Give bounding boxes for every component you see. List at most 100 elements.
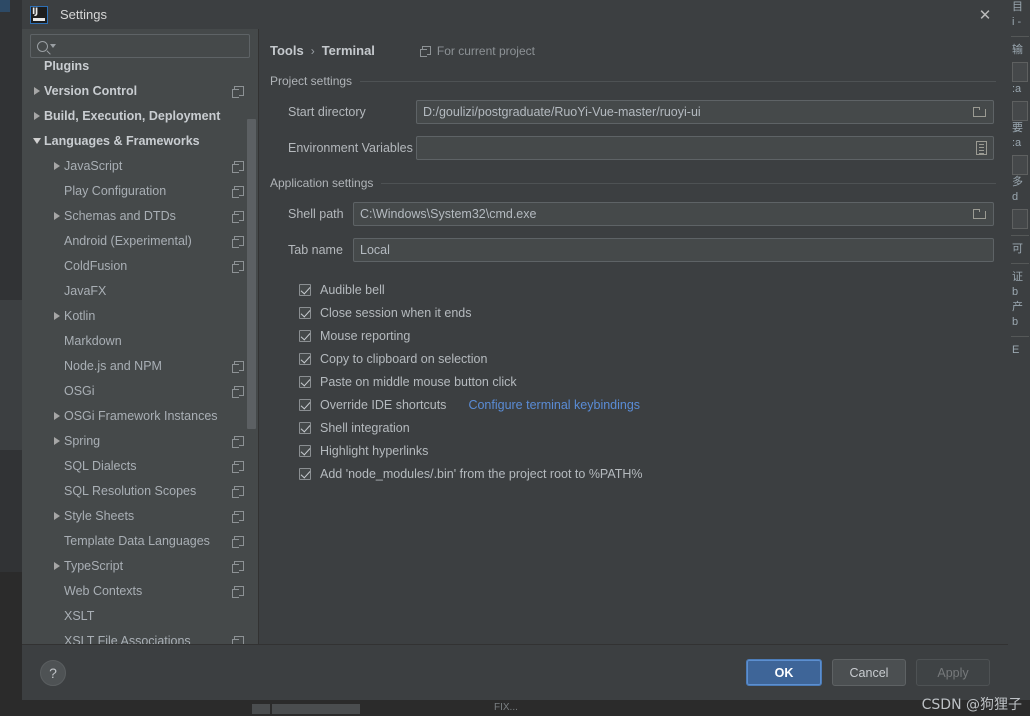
- copy-scope-icon: [232, 635, 244, 644]
- background-text-fragment: i -: [1012, 16, 1022, 28]
- sidebar-item-web-contexts[interactable]: Web Contexts: [22, 578, 258, 603]
- checkbox-row-audible-bell[interactable]: Audible bell: [299, 278, 996, 301]
- checkbox-row-close-session-when-it-ends[interactable]: Close session when it ends: [299, 301, 996, 324]
- checkbox-checked-icon[interactable]: [299, 421, 311, 434]
- checkbox-checked-icon[interactable]: [299, 352, 311, 365]
- sidebar-item-osgi-framework-instances[interactable]: OSGi Framework Instances: [22, 403, 258, 428]
- checkbox-row-override-ide-shortcuts[interactable]: Override IDE shortcuts Configure terminal…: [299, 393, 996, 416]
- tab-name-input[interactable]: Local: [353, 238, 994, 262]
- sidebar-item-javafx[interactable]: JavaFX: [22, 278, 258, 303]
- start-directory-input[interactable]: D:/goulizi/postgraduate/RuoYi-Vue-master…: [416, 100, 994, 124]
- settings-main-panel: Tools › Terminal For current project Pro…: [259, 29, 1008, 644]
- sidebar-item-node-js-and-npm[interactable]: Node.js and NPM: [22, 353, 258, 378]
- checkbox-checked-icon[interactable]: [299, 467, 311, 480]
- chevron-right-icon[interactable]: [50, 212, 64, 220]
- checkbox-row-paste-on-middle-mouse-button-click[interactable]: Paste on middle mouse button click: [299, 370, 996, 393]
- sidebar-item-build-execution-deployment[interactable]: Build, Execution, Deployment: [22, 103, 258, 128]
- shell-path-input[interactable]: C:\Windows\System32\cmd.exe: [353, 202, 994, 226]
- copy-scope-icon: [232, 510, 244, 523]
- sidebar-scrollbar-thumb[interactable]: [247, 119, 256, 429]
- project-settings-group: Project settings Start directory D:/goul…: [259, 74, 1008, 160]
- sidebar-item-languages-frameworks[interactable]: Languages & Frameworks: [22, 128, 258, 153]
- background-divider: [1011, 336, 1029, 337]
- background-text-fragment: 输: [1012, 44, 1023, 56]
- copy-scope-icon: [232, 85, 244, 98]
- cancel-button[interactable]: Cancel: [832, 659, 906, 686]
- terminal-options-checkbox-list: Audible bell Close session when it ends Mo…: [270, 278, 996, 485]
- background-text-fragment: :a: [1012, 83, 1022, 95]
- sidebar-item-version-control[interactable]: Version Control: [22, 78, 258, 103]
- environment-variables-icon[interactable]: [976, 141, 987, 155]
- sidebar-item-kotlin[interactable]: Kotlin: [22, 303, 258, 328]
- checkbox-row-add-node-modules-bin-from-the-project-root-to-path[interactable]: Add 'node_modules/.bin' from the project…: [299, 462, 996, 485]
- sidebar-item-markdown[interactable]: Markdown: [22, 328, 258, 353]
- chevron-right-icon[interactable]: [50, 562, 64, 570]
- chevron-right-icon[interactable]: [50, 312, 64, 320]
- dialog-footer: ? OK Cancel Apply: [22, 644, 1008, 700]
- sidebar-item-xslt-file-associations[interactable]: XSLT File Associations: [22, 628, 258, 644]
- chevron-right-icon[interactable]: [50, 162, 64, 170]
- chevron-right-icon[interactable]: [50, 412, 64, 420]
- start-directory-row: Start directory D:/goulizi/postgraduate/…: [270, 100, 996, 124]
- chevron-right-icon[interactable]: [30, 87, 44, 95]
- checkbox-label: Copy to clipboard on selection: [320, 351, 488, 366]
- chevron-right-icon[interactable]: [30, 112, 44, 120]
- checkbox-checked-icon[interactable]: [299, 329, 311, 342]
- copy-scope-icon: [419, 46, 431, 57]
- intellij-idea-logo-icon: [30, 5, 48, 24]
- breadcrumb-parent[interactable]: Tools: [270, 43, 304, 58]
- sidebar-item-sql-resolution-scopes[interactable]: SQL Resolution Scopes: [22, 478, 258, 503]
- copy-scope-icon: [232, 585, 244, 598]
- ok-button[interactable]: OK: [746, 659, 822, 686]
- help-button[interactable]: ?: [40, 659, 66, 686]
- checkbox-checked-icon[interactable]: [299, 283, 311, 296]
- sidebar-item-style-sheets[interactable]: Style Sheets: [22, 503, 258, 528]
- sidebar-item-label: Markdown: [64, 333, 122, 348]
- sidebar-item-coldfusion[interactable]: ColdFusion: [22, 253, 258, 278]
- sidebar-item-schemas-and-dtds[interactable]: Schemas and DTDs: [22, 203, 258, 228]
- sidebar-item-label: JavaFX: [64, 283, 107, 298]
- folder-browse-icon[interactable]: [973, 209, 986, 219]
- background-text-fragment: 目: [1012, 1, 1023, 13]
- sidebar-item-android-experimental[interactable]: Android (Experimental): [22, 228, 258, 253]
- checkbox-checked-icon[interactable]: [299, 398, 311, 411]
- checkbox-row-shell-integration[interactable]: Shell integration: [299, 416, 996, 439]
- main-panel-scrollbar[interactable]: [997, 35, 1006, 638]
- sidebar-search-wrap: [22, 29, 258, 61]
- sidebar-item-label: Languages & Frameworks: [44, 133, 200, 148]
- application-settings-header: Application settings: [270, 176, 996, 190]
- checkbox-checked-icon[interactable]: [299, 306, 311, 319]
- checkbox-row-mouse-reporting[interactable]: Mouse reporting: [299, 324, 996, 347]
- sidebar-item-osgi[interactable]: OSGi: [22, 378, 258, 403]
- chevron-down-icon[interactable]: [50, 44, 56, 48]
- checkbox-checked-icon[interactable]: [299, 375, 311, 388]
- search-box[interactable]: [30, 34, 250, 58]
- settings-tree: Plugins Version Control Build, Execution, …: [22, 61, 258, 644]
- close-icon[interactable]: ✕: [962, 0, 1008, 29]
- background-divider: [1011, 36, 1029, 37]
- environment-variables-input[interactable]: [416, 136, 994, 160]
- checkbox-row-highlight-hyperlinks[interactable]: Highlight hyperlinks: [299, 439, 996, 462]
- sidebar-item-spring[interactable]: Spring: [22, 428, 258, 453]
- sidebar-item-play-configuration[interactable]: Play Configuration: [22, 178, 258, 203]
- checkbox-checked-icon[interactable]: [299, 444, 311, 457]
- search-input[interactable]: [60, 39, 243, 53]
- folder-browse-icon[interactable]: [973, 107, 986, 117]
- configure-terminal-keybindings-link[interactable]: Configure terminal keybindings: [468, 398, 640, 412]
- sidebar-item-sql-dialects[interactable]: SQL Dialects: [22, 453, 258, 478]
- sidebar-scrollbar[interactable]: [247, 74, 256, 682]
- sidebar-item-javascript[interactable]: JavaScript: [22, 153, 258, 178]
- sidebar-item-xslt[interactable]: XSLT: [22, 603, 258, 628]
- sidebar-item-typescript[interactable]: TypeScript: [22, 553, 258, 578]
- sidebar-item-label: Kotlin: [64, 308, 96, 323]
- sidebar-item-plugins[interactable]: Plugins: [22, 61, 258, 78]
- chevron-right-icon[interactable]: [50, 437, 64, 445]
- background-text-fragment: 产: [1012, 301, 1023, 313]
- chevron-right-icon[interactable]: [50, 512, 64, 520]
- settings-dialog: Settings ✕ Plugins Version Control Build, …: [22, 0, 1008, 700]
- sidebar-item-template-data-languages[interactable]: Template Data Languages: [22, 528, 258, 553]
- dialog-title-bar: Settings ✕: [22, 0, 1008, 29]
- chevron-down-icon[interactable]: [30, 138, 44, 144]
- checkbox-row-copy-to-clipboard-on-selection[interactable]: Copy to clipboard on selection: [299, 347, 996, 370]
- copy-scope-icon: [232, 435, 244, 448]
